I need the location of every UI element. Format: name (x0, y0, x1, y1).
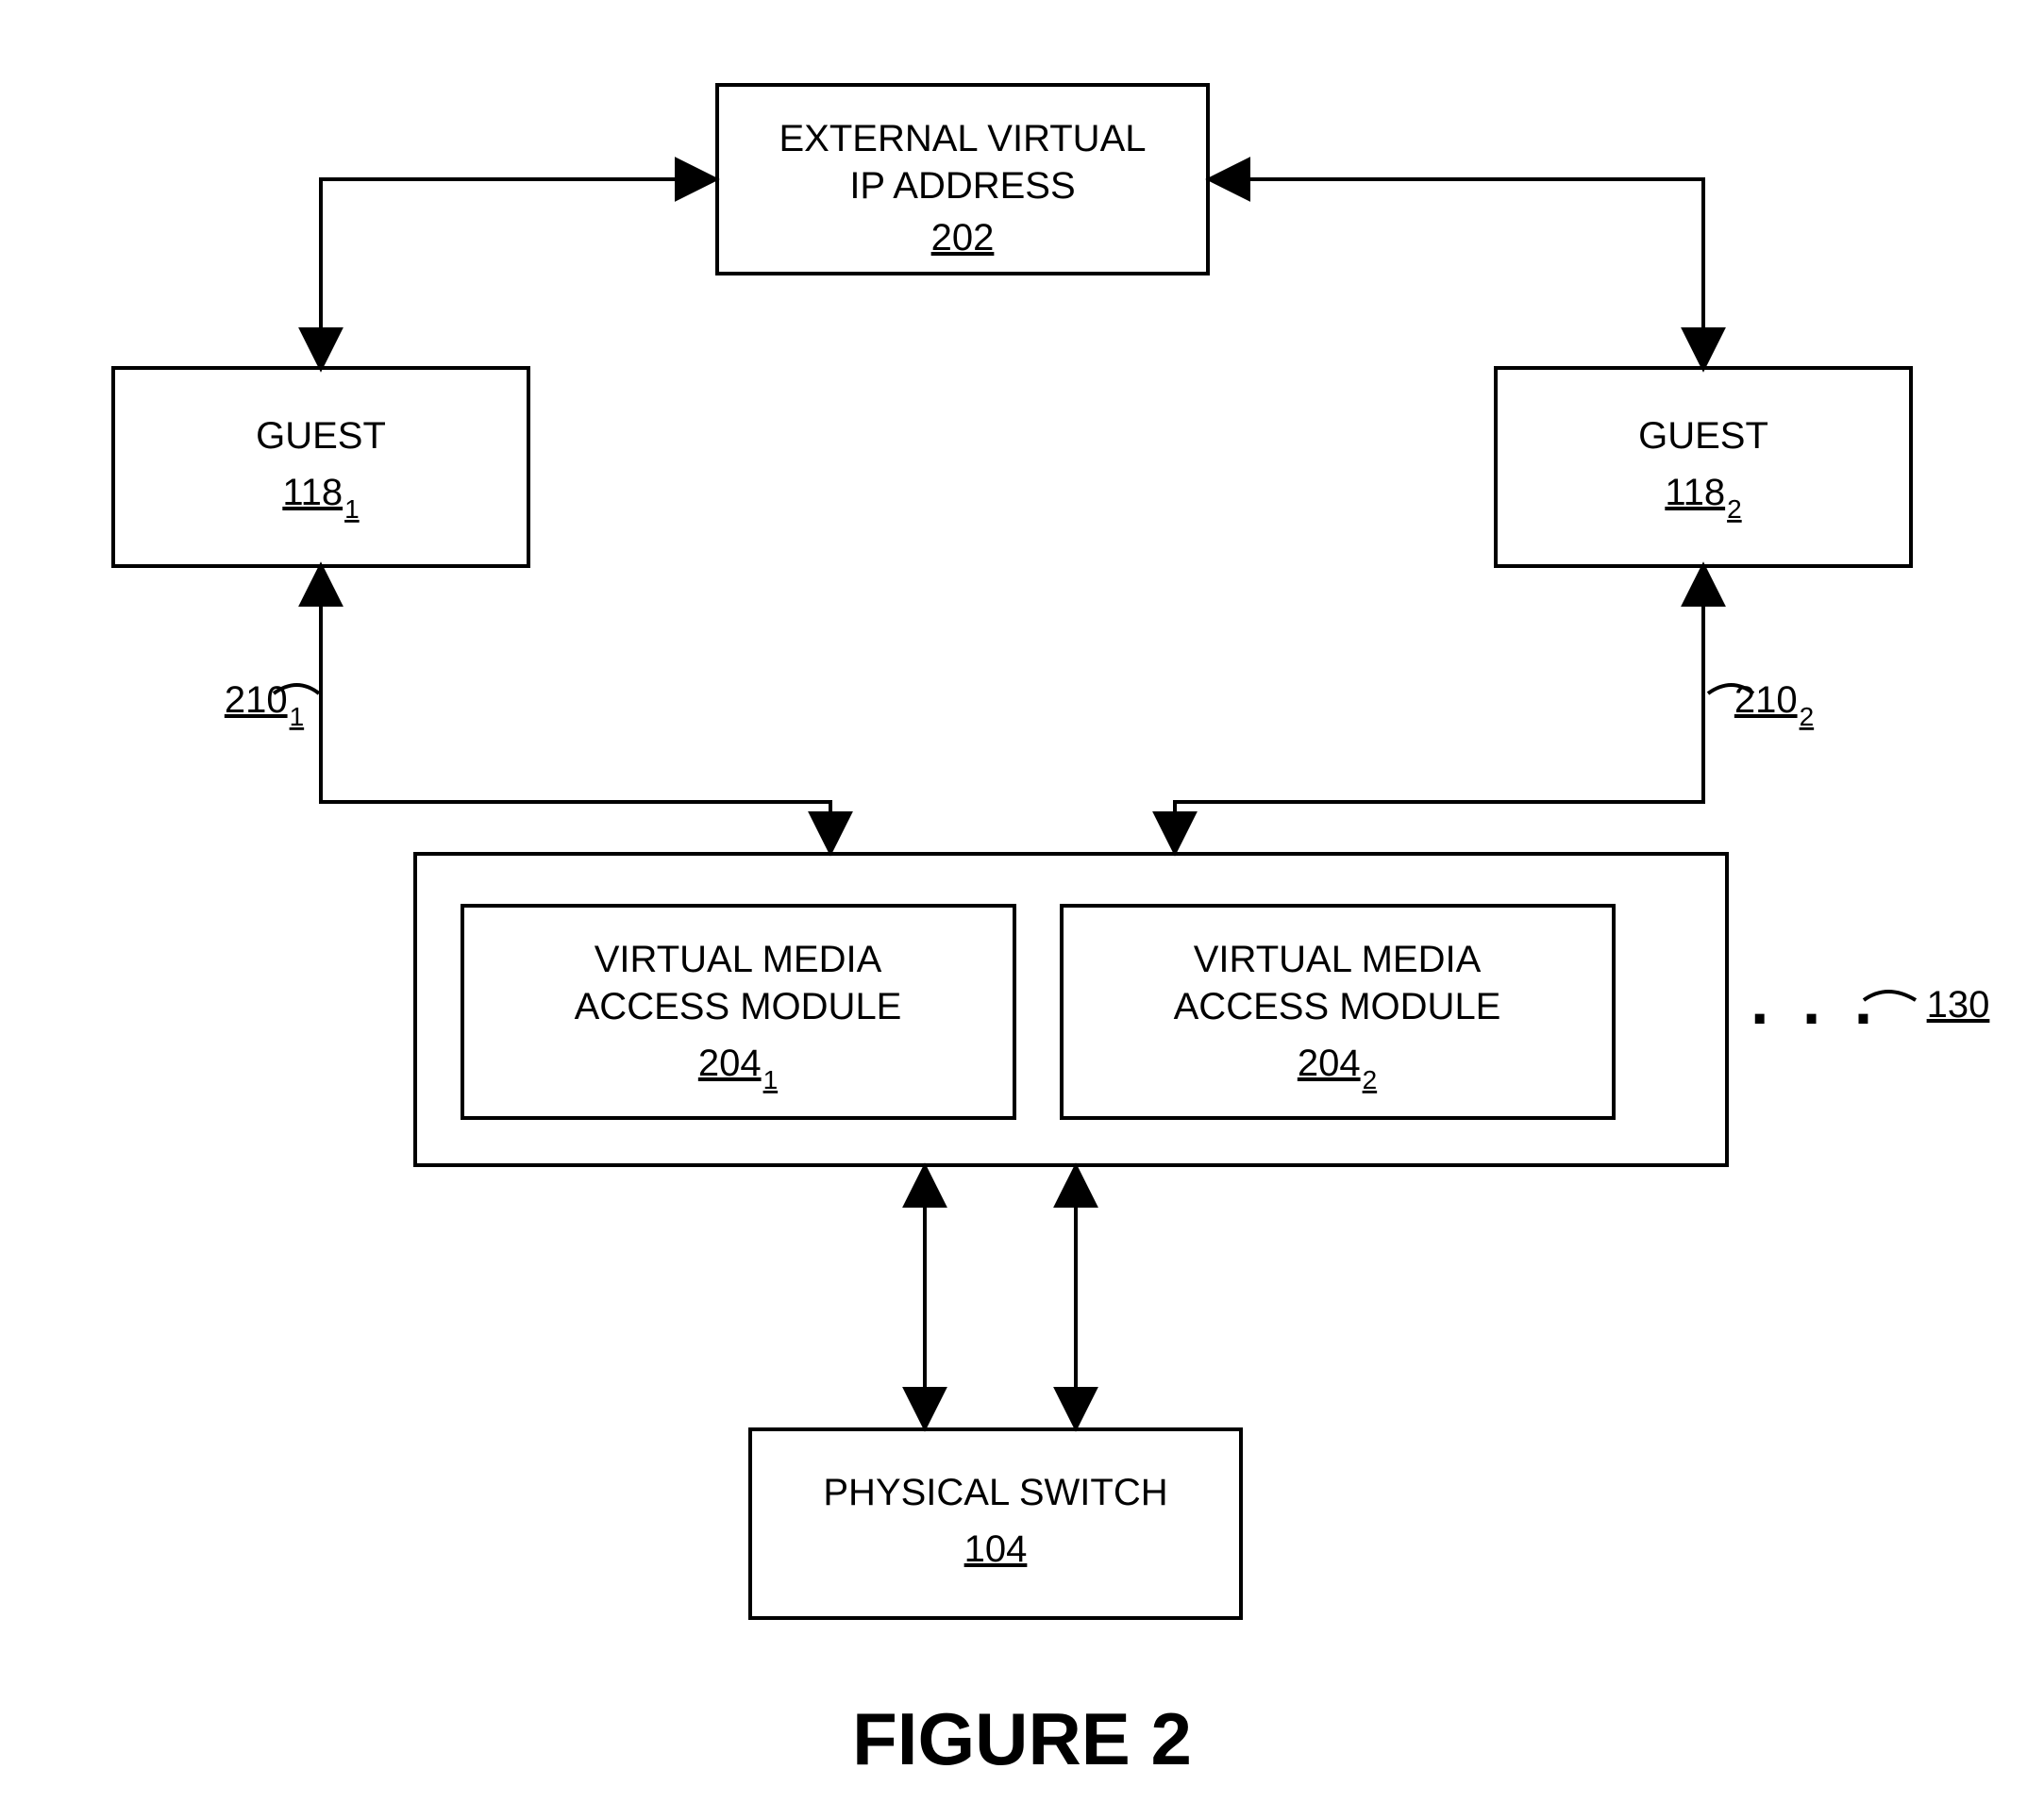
ext-ip-ref: 202 (931, 217, 995, 259)
guest1-ref-base: 118 (282, 472, 343, 513)
vmam2-l2: ACCESS MODULE (1174, 986, 1501, 1027)
vmam2-ref-sub: 2 (1363, 1065, 1378, 1094)
block-vmam-2: VIRTUAL MEDIA ACCESS MODULE 2042 (1062, 906, 1614, 1118)
guest2-ref-sub: 2 (1727, 494, 1742, 524)
e2-sub: 2 (1800, 702, 1815, 731)
container-ref: 130 (1927, 984, 1990, 1026)
container-130: VIRTUAL MEDIA ACCESS MODULE 2041 VIRTUAL… (415, 854, 1727, 1165)
block-vmam-1: VIRTUAL MEDIA ACCESS MODULE 2041 (462, 906, 1014, 1118)
vmam1-l2: ACCESS MODULE (575, 986, 902, 1027)
pswitch-label: PHYSICAL SWITCH (823, 1472, 1167, 1513)
diagram-canvas: EXTERNAL VIRTUAL IP ADDRESS 202 GUEST 11… (0, 0, 2044, 1819)
ellipsis-icon: . . . (1751, 964, 1880, 1038)
guest2-label: GUEST (1638, 415, 1768, 457)
vmam1-ref-sub: 1 (763, 1065, 779, 1094)
edge-guest1-extip (321, 179, 715, 368)
e1-sub: 1 (290, 702, 305, 731)
e1-base: 210 (225, 679, 288, 721)
ext-ip-line2: IP ADDRESS (849, 165, 1075, 207)
vmam1-l1: VIRTUAL MEDIA (595, 939, 882, 980)
block-physical-switch: PHYSICAL SWITCH 104 (750, 1429, 1241, 1618)
block-external-virtual-ip: EXTERNAL VIRTUAL IP ADDRESS 202 (717, 85, 1208, 274)
edge-guest2-container (1175, 566, 1703, 852)
block-guest-1: GUEST 1181 (113, 368, 528, 566)
guest1-label: GUEST (256, 415, 386, 457)
e2-base: 210 (1734, 679, 1798, 721)
ext-ip-line1: EXTERNAL VIRTUAL (779, 118, 1146, 159)
guest1-ref-sub: 1 (344, 494, 360, 524)
pswitch-ref: 104 (964, 1528, 1028, 1570)
edge-label-2102: 2102 (1734, 679, 1814, 731)
figure-label: FIGURE 2 (852, 1697, 1192, 1780)
edge-guest1-container (321, 566, 830, 852)
block-guest-2: GUEST 1182 (1496, 368, 1911, 566)
vmam2-l1: VIRTUAL MEDIA (1194, 939, 1482, 980)
edge-guest2-extip (1210, 179, 1703, 368)
guest2-ref-base: 118 (1665, 472, 1725, 513)
vmam2-ref-base: 204 (1298, 1043, 1361, 1084)
vmam1-ref-base: 204 (698, 1043, 762, 1084)
